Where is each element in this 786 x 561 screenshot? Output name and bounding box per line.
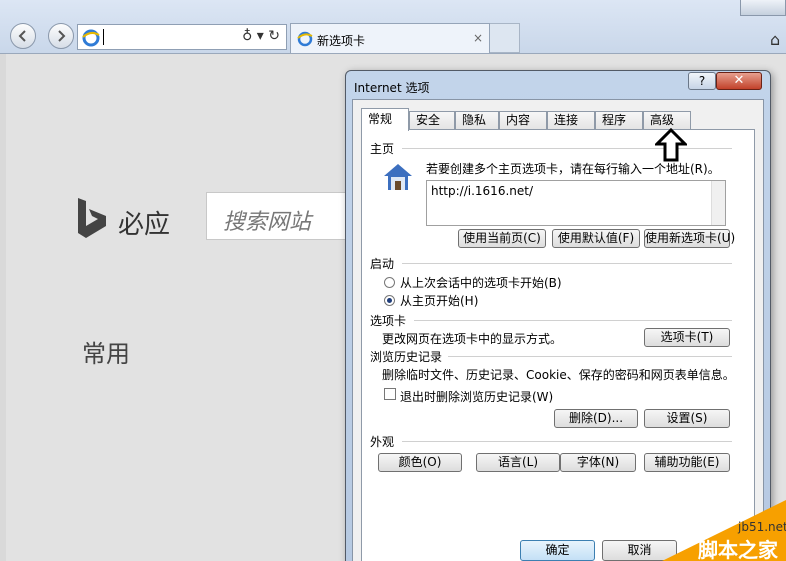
forward-button[interactable] (48, 23, 74, 49)
bing-logo-icon (78, 198, 106, 238)
divider (414, 320, 732, 321)
address-bar[interactable]: ♁ ▾ ↻ (77, 24, 287, 50)
window-controls[interactable] (740, 0, 786, 16)
watermark-site: jb51.net (738, 520, 786, 534)
homepage-url: http://i.1616.net/ (431, 184, 533, 198)
dialog-title: Internet 选项 (354, 81, 430, 95)
history-description: 删除临时文件、历史记录、Cookie、保存的密码和网页表单信息。 (382, 368, 735, 382)
tab-security[interactable]: 安全 (409, 111, 455, 130)
use-new-tab-button[interactable]: 使用新选项卡(U) (644, 229, 735, 248)
address-tools[interactable]: ♁ ▾ ↻ (242, 28, 280, 44)
internet-options-dialog: Internet 选项 ? ✕ 常规 安全 隐私 内容 连接 程序 高级 主页 … (345, 70, 771, 561)
delete-history-button[interactable]: 删除(D)... (554, 409, 638, 428)
history-heading: 浏览历史记录 (370, 350, 443, 364)
divider (402, 441, 732, 442)
arrow-up-icon (655, 128, 687, 162)
tab-general[interactable]: 常规 (361, 108, 409, 131)
arrow-left-icon (18, 30, 26, 42)
ie-tab-icon (297, 31, 313, 47)
general-panel: 主页 若要创建多个主页选项卡，请在每行输入一个地址(R)。 http://i.1… (361, 129, 755, 561)
tab-label: 新选项卡 (317, 34, 366, 48)
tab-close-icon[interactable]: × (473, 31, 483, 45)
house-icon (384, 164, 412, 190)
back-button[interactable] (10, 23, 36, 49)
startup-heading: 启动 (370, 257, 395, 271)
tab-privacy[interactable]: 隐私 (455, 111, 499, 130)
help-button[interactable]: ? (688, 72, 716, 90)
watermark-name: 脚本之家 (698, 538, 778, 561)
ok-button[interactable]: 确定 (520, 540, 595, 561)
homepage-heading: 主页 (370, 142, 395, 156)
languages-button[interactable]: 语言(L) (476, 453, 560, 472)
text-caret (103, 29, 104, 45)
startup-option2-label: 从主页开始(H) (400, 294, 479, 308)
bing-brand: 必应 (118, 210, 171, 240)
tab-connections[interactable]: 连接 (547, 111, 595, 130)
dialog-body: 常规 安全 隐私 内容 连接 程序 高级 主页 若要创建多个主页选项卡，请在每行… (352, 99, 764, 561)
tab-content[interactable]: 内容 (499, 111, 547, 130)
tabs-settings-button[interactable]: 选项卡(T) (644, 328, 730, 347)
new-tab-button[interactable] (490, 23, 520, 53)
delete-on-exit-checkbox[interactable] (384, 388, 396, 400)
appearance-heading: 外观 (370, 435, 395, 449)
startup-last-session-radio[interactable] (384, 277, 395, 288)
section-heading-common: 常用 (82, 340, 130, 368)
delete-on-exit-label: 退出时删除浏览历史记录(W) (400, 390, 554, 404)
fonts-button[interactable]: 字体(N) (560, 453, 636, 472)
search-placeholder: 搜索网站 (223, 210, 312, 235)
tabs-heading: 选项卡 (370, 314, 407, 328)
use-current-button[interactable]: 使用当前页(C) (458, 229, 546, 248)
ie-logo-icon (82, 29, 100, 47)
history-settings-button[interactable]: 设置(S) (644, 409, 730, 428)
divider (402, 263, 732, 264)
close-button[interactable]: ✕ (716, 72, 762, 90)
homepage-scrollbar[interactable] (711, 181, 725, 225)
browser-toolbar: ♁ ▾ ↻ 新选项卡 × ⌂ (0, 0, 786, 54)
tabs-description: 更改网页在选项卡中的显示方式。 (382, 332, 563, 346)
watermark: jb51.net 脚本之家 (662, 500, 786, 561)
colors-button[interactable]: 颜色(O) (378, 453, 462, 472)
tab-programs[interactable]: 程序 (595, 111, 643, 130)
home-icon[interactable]: ⌂ (770, 30, 780, 49)
startup-homepage-radio[interactable] (384, 295, 395, 306)
search-input[interactable]: 搜索网站 (206, 192, 366, 240)
startup-option1-label: 从上次会话中的选项卡开始(B) (400, 276, 562, 290)
homepage-instruction: 若要创建多个主页选项卡，请在每行输入一个地址(R)。 (426, 162, 720, 176)
use-default-button[interactable]: 使用默认值(F) (552, 229, 640, 248)
arrow-right-icon (58, 30, 66, 42)
accessibility-button[interactable]: 辅助功能(E) (644, 453, 730, 472)
homepage-url-field[interactable]: http://i.1616.net/ (426, 180, 726, 226)
divider (448, 356, 732, 357)
browser-tab[interactable]: 新选项卡 × (290, 23, 490, 53)
